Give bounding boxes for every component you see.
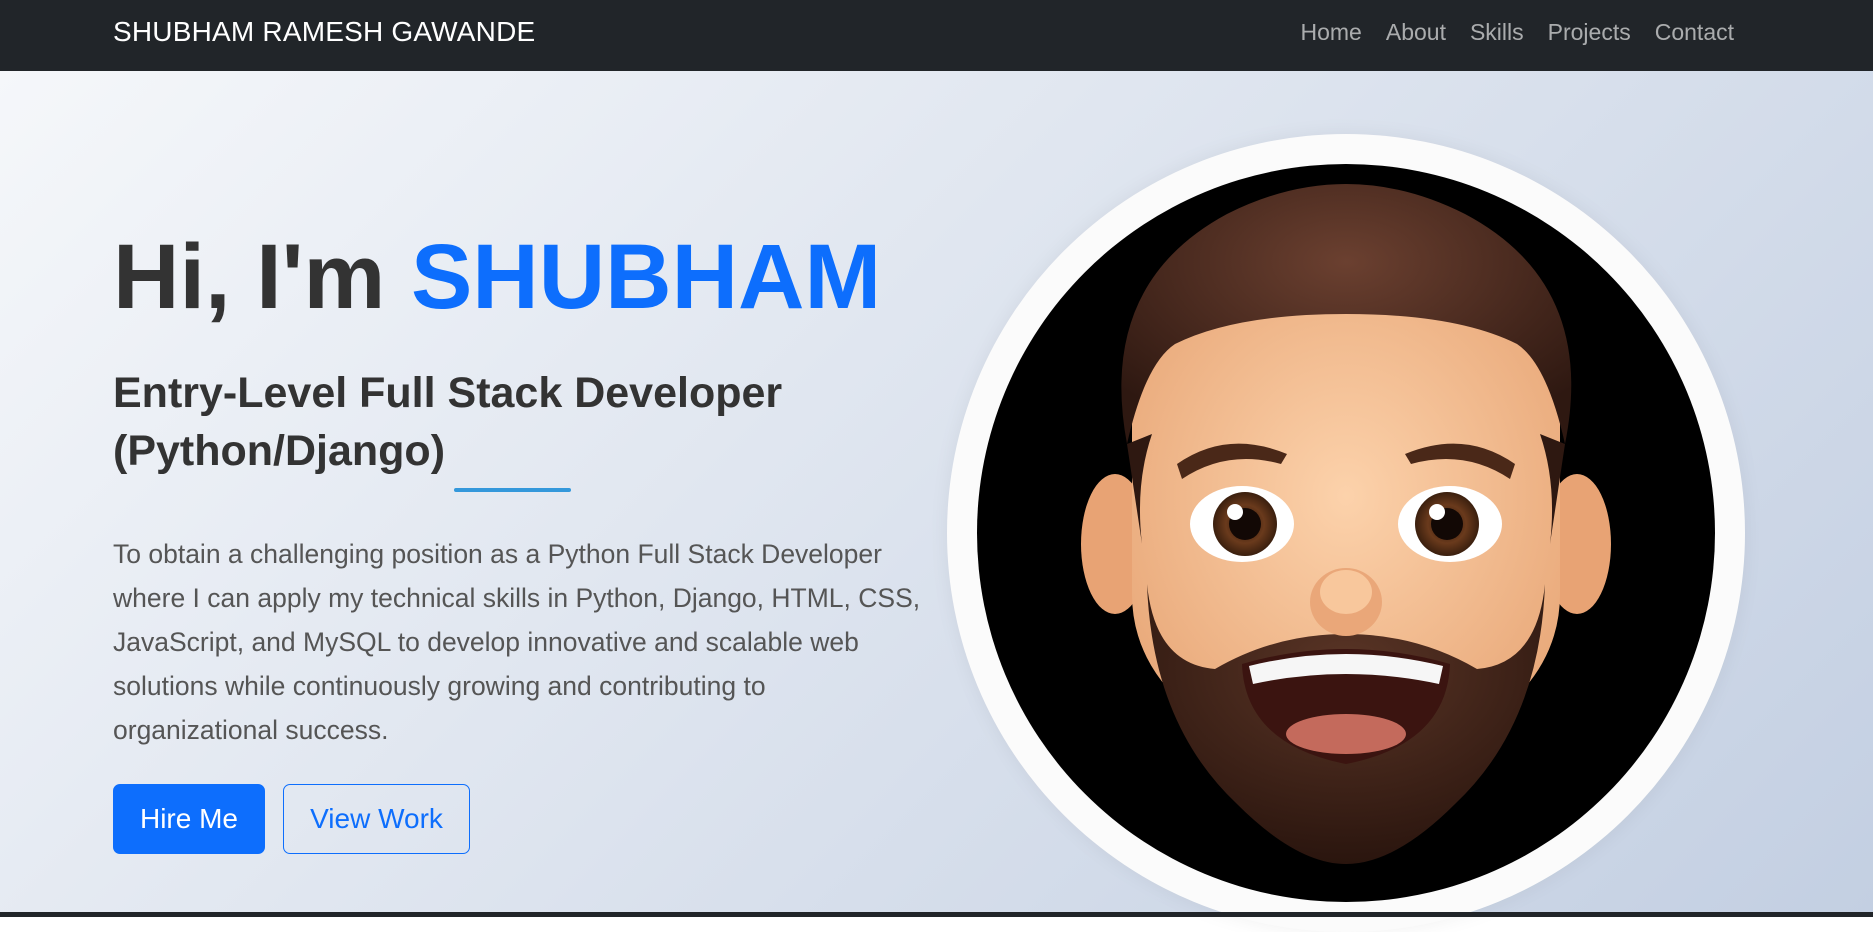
hero-title: Hi, I'm SHUBHAM [113,222,881,332]
nav-links: Home About Skills Projects Contact [1289,14,1735,50]
brand-link[interactable]: SHUBHAM RAMESH GAWANDE [113,14,535,50]
hero-description: To obtain a challenging position as a Py… [113,539,921,745]
subtitle-divider [454,488,571,492]
hero-subtitle: Entry-Level Full Stack Developer (Python… [113,369,783,475]
hero-greeting: Hi, I'm [113,226,386,328]
nav-link-about[interactable]: About [1374,14,1458,50]
navbar: SHUBHAM RAMESH GAWANDE Home About Skills… [0,0,1873,71]
nav-link-skills[interactable]: Skills [1458,14,1536,50]
memoji-avatar-icon [977,164,1715,902]
nav-link-projects[interactable]: Projects [1536,14,1643,50]
view-work-button[interactable]: View Work [283,784,470,854]
hire-me-button[interactable]: Hire Me [113,784,265,854]
nav-link-contact[interactable]: Contact [1643,14,1734,50]
footer-edge [0,912,1873,917]
avatar-frame [947,134,1745,932]
hero-name: SHUBHAM [410,226,882,328]
nav-link-home[interactable]: Home [1289,14,1374,50]
